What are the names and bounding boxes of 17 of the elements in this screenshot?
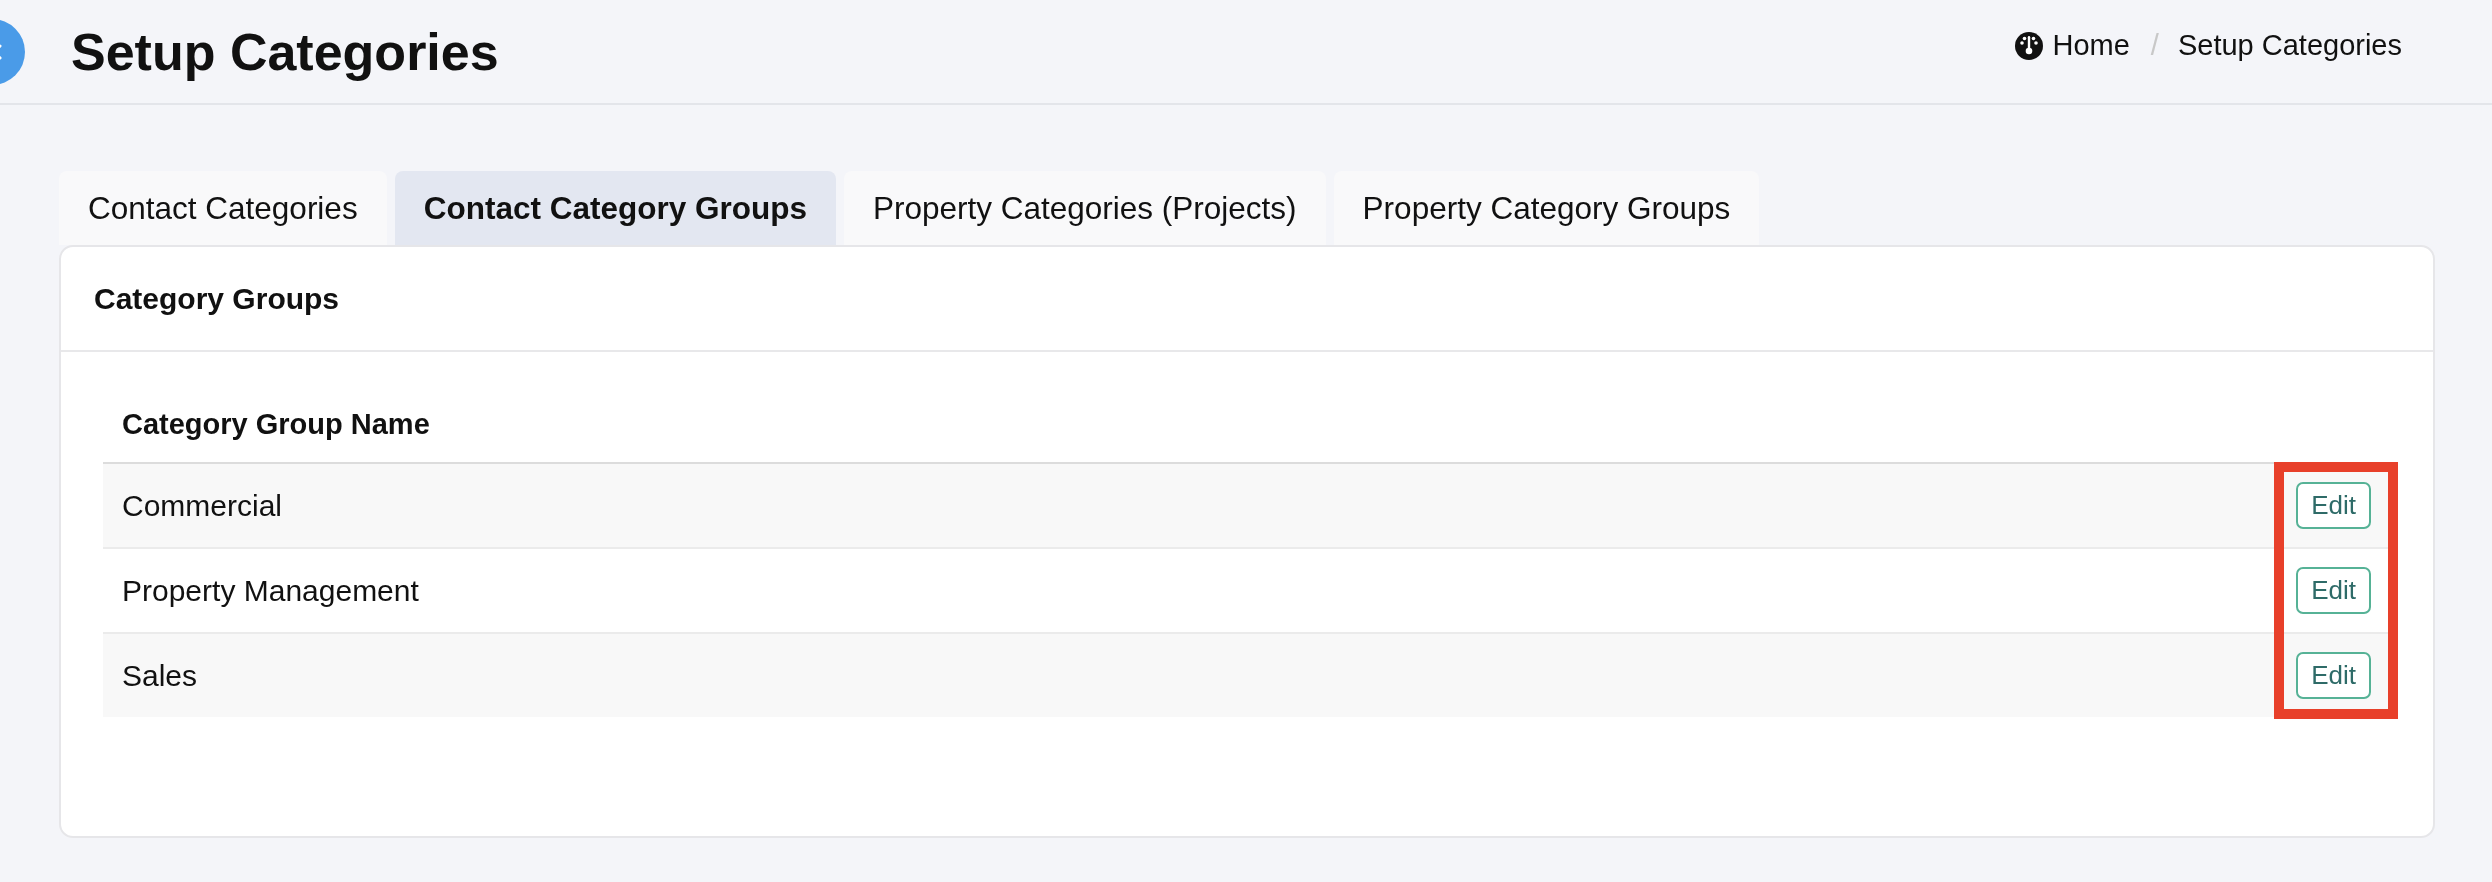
- table-cell: Commercial: [122, 488, 283, 523]
- tab[interactable]: Property Category Groups: [1333, 171, 1760, 245]
- breadcrumb-separator: /: [2150, 29, 2159, 62]
- table-cell: Sales: [122, 658, 198, 693]
- edit-button[interactable]: Edit: [2296, 482, 2371, 529]
- edit-button[interactable]: Edit: [2296, 652, 2371, 699]
- tab[interactable]: Contact Category Groups: [394, 171, 836, 245]
- home-link[interactable]: Home: [2015, 29, 2130, 62]
- table-cell: Property Management: [122, 573, 419, 608]
- breadcrumb-current: Setup Categories: [2177, 29, 2402, 62]
- column-header: Category Group Name: [122, 407, 430, 441]
- tab[interactable]: Contact Categories: [59, 171, 387, 245]
- edit-button[interactable]: Edit: [2296, 567, 2371, 614]
- tab[interactable]: Property Categories (Projects): [843, 171, 1326, 245]
- card-title: Category Groups: [94, 281, 340, 316]
- page-title: Setup Categories: [71, 21, 499, 82]
- gauge-icon: [2015, 31, 2044, 60]
